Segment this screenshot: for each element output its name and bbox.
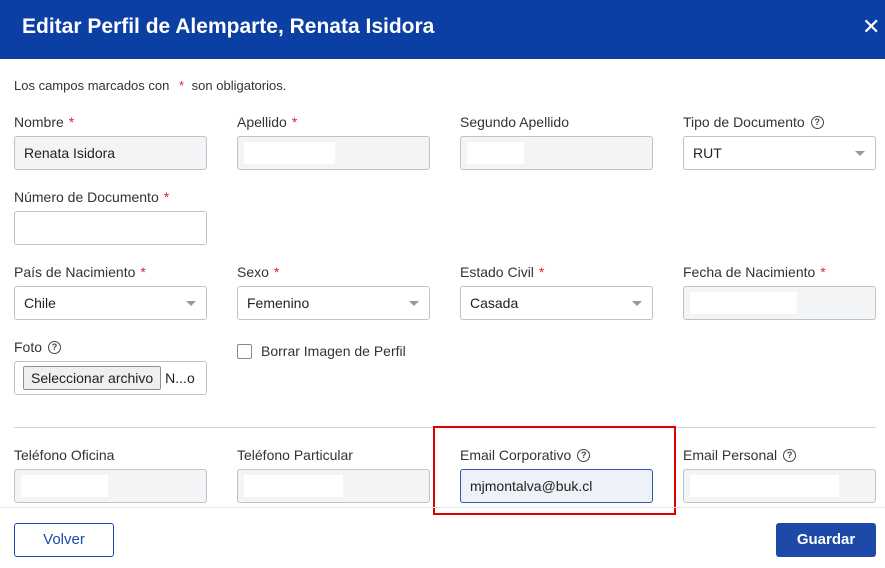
email-corporativo-input[interactable]: mjmontalva@buk.cl bbox=[460, 469, 653, 503]
chevron-down-icon bbox=[186, 301, 196, 306]
apellido-label-text: Apellido bbox=[237, 114, 287, 130]
telefono-oficina-label: Teléfono Oficina bbox=[14, 447, 114, 463]
sexo-label-text: Sexo bbox=[237, 264, 269, 280]
chevron-down-icon bbox=[632, 301, 642, 306]
nombre-label-text: Nombre bbox=[14, 114, 64, 130]
foto-label-text: Foto bbox=[14, 339, 43, 355]
estado-civil-label-text: Estado Civil bbox=[460, 264, 534, 280]
redacted-value bbox=[244, 475, 343, 497]
fecha-nacimiento-input[interactable] bbox=[683, 286, 876, 320]
nombre-label: Nombre * bbox=[14, 114, 74, 130]
numero-documento-input[interactable] bbox=[14, 211, 207, 245]
nombre-input[interactable]: Renata Isidora bbox=[14, 136, 207, 170]
foto-file-input[interactable]: Seleccionar archivo N...o bbox=[14, 361, 207, 395]
tipo-documento-label: Tipo de Documento ? bbox=[683, 114, 824, 130]
numero-documento-label: Número de Documento * bbox=[14, 189, 169, 205]
tipo-documento-select[interactable]: RUT bbox=[683, 136, 876, 170]
segundo-apellido-label-text: Segundo Apellido bbox=[460, 114, 569, 130]
sexo-label: Sexo * bbox=[237, 264, 279, 280]
redacted-value bbox=[467, 142, 524, 164]
required-asterisk: * bbox=[140, 264, 146, 280]
numero-documento-label-text: Número de Documento bbox=[14, 189, 159, 205]
foto-label: Foto ? bbox=[14, 339, 62, 355]
redacted-value bbox=[244, 142, 335, 164]
redacted-value bbox=[690, 475, 839, 497]
fecha-nacimiento-label-text: Fecha de Nacimiento bbox=[683, 264, 816, 280]
telefono-oficina-input[interactable] bbox=[14, 469, 207, 503]
modal-header: Editar Perfil de Alemparte, Renata Isido… bbox=[0, 0, 885, 59]
email-corporativo-label: Email Corporativo ? bbox=[460, 447, 591, 463]
required-note: Los campos marcados con * son obligatori… bbox=[14, 78, 286, 93]
tipo-documento-value: RUT bbox=[693, 145, 722, 161]
estado-civil-label: Estado Civil * bbox=[460, 264, 544, 280]
segundo-apellido-input[interactable] bbox=[460, 136, 653, 170]
telefono-oficina-label-text: Teléfono Oficina bbox=[14, 447, 115, 463]
chevron-down-icon bbox=[855, 151, 865, 156]
borrar-imagen-checkbox[interactable] bbox=[237, 343, 252, 359]
help-icon[interactable]: ? bbox=[783, 448, 797, 462]
borrar-imagen-label: Borrar Imagen de Perfil bbox=[261, 343, 406, 359]
pais-nacimiento-select[interactable]: Chile bbox=[14, 286, 207, 320]
required-asterisk: * bbox=[820, 264, 826, 280]
help-icon[interactable]: ? bbox=[810, 115, 824, 129]
required-note-prefix: Los campos marcados con bbox=[14, 78, 170, 93]
estado-civil-select[interactable]: Casada bbox=[460, 286, 653, 320]
back-button[interactable]: Volver bbox=[14, 523, 114, 557]
required-asterisk: * bbox=[68, 114, 75, 130]
estado-civil-value: Casada bbox=[470, 295, 519, 311]
required-asterisk: * bbox=[178, 78, 185, 93]
footer-divider bbox=[0, 507, 885, 508]
required-asterisk: * bbox=[163, 189, 170, 205]
tipo-documento-label-text: Tipo de Documento bbox=[683, 114, 805, 130]
section-divider bbox=[14, 427, 876, 428]
chevron-down-icon bbox=[409, 301, 419, 306]
email-corporativo-value: mjmontalva@buk.cl bbox=[470, 478, 593, 494]
file-name: N...o bbox=[165, 370, 195, 386]
required-note-suffix: son obligatorios. bbox=[191, 78, 287, 93]
select-file-button[interactable]: Seleccionar archivo bbox=[23, 366, 162, 390]
borrar-imagen-option[interactable]: Borrar Imagen de Perfil bbox=[237, 343, 406, 359]
required-asterisk: * bbox=[538, 264, 545, 280]
pais-nacimiento-label: País de Nacimiento * bbox=[14, 264, 146, 280]
telefono-particular-label: Teléfono Particular bbox=[237, 447, 353, 463]
email-personal-label-text: Email Personal bbox=[683, 447, 778, 463]
pais-nacimiento-label-text: País de Nacimiento bbox=[14, 264, 136, 280]
telefono-particular-label-text: Teléfono Particular bbox=[237, 447, 353, 463]
apellido-label: Apellido * bbox=[237, 114, 297, 130]
nombre-value: Renata Isidora bbox=[24, 145, 116, 161]
sexo-value: Femenino bbox=[247, 295, 310, 311]
fecha-nacimiento-label: Fecha de Nacimiento * bbox=[683, 264, 826, 280]
help-icon[interactable]: ? bbox=[48, 340, 62, 354]
help-icon[interactable]: ? bbox=[577, 448, 591, 462]
required-asterisk: * bbox=[273, 264, 280, 280]
email-personal-input[interactable] bbox=[683, 469, 876, 503]
pais-nacimiento-value: Chile bbox=[24, 295, 56, 311]
telefono-particular-input[interactable] bbox=[237, 469, 430, 503]
redacted-value bbox=[690, 292, 797, 314]
redacted-value bbox=[21, 475, 108, 497]
modal-title: Editar Perfil de Alemparte, Renata Isido… bbox=[22, 15, 435, 38]
required-asterisk: * bbox=[291, 114, 298, 130]
sexo-select[interactable]: Femenino bbox=[237, 286, 430, 320]
segundo-apellido-label: Segundo Apellido bbox=[460, 114, 569, 130]
email-corporativo-label-text: Email Corporativo bbox=[460, 447, 572, 463]
close-icon[interactable]: ✕ bbox=[862, 16, 880, 38]
save-button[interactable]: Guardar bbox=[776, 523, 876, 557]
apellido-input[interactable] bbox=[237, 136, 430, 170]
email-personal-label: Email Personal ? bbox=[683, 447, 797, 463]
